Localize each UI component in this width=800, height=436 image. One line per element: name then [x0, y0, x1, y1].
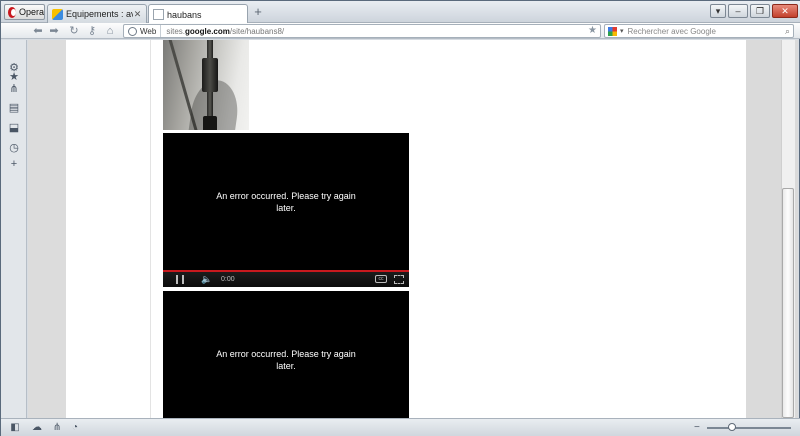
downloads-icon[interactable]: ⬓	[8, 122, 20, 134]
video-player[interactable]: An error occurred. Please try again late…	[163, 291, 409, 418]
tab-menu-button[interactable]: ▾	[710, 4, 726, 18]
notes-icon[interactable]: ▤	[8, 102, 20, 114]
gear-icon[interactable]: ⚙	[8, 62, 20, 74]
fullscreen-icon[interactable]	[394, 275, 404, 284]
rigging-photo[interactable]	[163, 40, 249, 130]
navigation-toolbar: ⬅ ➡ ↻ ⚷ ⌂ Web sites.google.com/site/haub…	[1, 23, 800, 39]
zoom-out-icon[interactable]: −	[694, 422, 700, 434]
new-tab-button[interactable]: +	[252, 5, 264, 18]
pause-icon[interactable]	[176, 275, 184, 284]
close-window-button[interactable]: ✕	[772, 4, 798, 18]
scrollbar-thumb[interactable]	[782, 188, 794, 418]
google-icon[interactable]	[608, 26, 617, 36]
browser-window: Opera Equipements : avis co... ✕ haubans…	[0, 0, 800, 436]
add-panel-icon[interactable]: +	[8, 158, 20, 170]
key-icon[interactable]: ⚷	[85, 24, 99, 38]
search-placeholder: Rechercher avec Google	[627, 26, 717, 36]
web-badge[interactable]: Web	[124, 25, 162, 37]
tab-bar: Opera Equipements : avis co... ✕ haubans…	[1, 1, 800, 24]
opera-logo-icon	[8, 6, 16, 18]
bookmark-star-icon[interactable]: ★	[588, 25, 597, 37]
zoom-slider[interactable]	[707, 427, 791, 429]
chevron-down-icon[interactable]: ▾	[620, 27, 624, 35]
tab-equipements[interactable]: Equipements : avis co... ✕	[47, 4, 147, 23]
tab-haubans[interactable]: haubans	[148, 4, 248, 24]
captions-icon[interactable]: cc	[375, 275, 387, 283]
home-icon[interactable]: ⌂	[103, 24, 117, 38]
address-bar[interactable]: Web sites.google.com/site/haubans8/ ★	[123, 24, 601, 38]
minimize-button[interactable]: –	[728, 4, 748, 18]
page-viewport: An error occurred. Please try again late…	[28, 40, 798, 418]
favicon-icon	[52, 8, 63, 20]
side-panel: ★ ⚙ ⋔ ▤ ⬓ ◷ +	[1, 40, 27, 418]
panel-toggle-icon[interactable]: ◧	[9, 422, 21, 434]
column-divider	[150, 40, 151, 418]
share-icon[interactable]: ⋔	[51, 422, 63, 434]
history-icon[interactable]: ◷	[8, 142, 20, 154]
video-time: 0:00	[221, 276, 235, 283]
turnbuckle-fitting	[202, 58, 218, 92]
opera-menu-label: Opera	[18, 7, 44, 17]
video-controls: 🔈 0:00 cc	[163, 270, 409, 287]
video-error-message: An error occurred. Please try again late…	[216, 191, 356, 213]
video-progress-bar[interactable]	[163, 270, 409, 272]
video-player[interactable]: An error occurred. Please try again late…	[163, 133, 409, 287]
zoom-slider-knob[interactable]	[728, 423, 737, 431]
page-favicon-icon	[153, 9, 164, 20]
window-controls: ▾ – ❐ ✕	[710, 4, 798, 18]
scroll-area	[746, 40, 798, 418]
forward-arrow-icon[interactable]: ➡	[47, 24, 61, 38]
search-field[interactable]: ▾ Rechercher avec Google ⌕	[604, 24, 794, 38]
cloud-icon[interactable]: ☁	[31, 422, 43, 434]
share-icon[interactable]: ⋔	[8, 83, 20, 95]
restore-button[interactable]: ❐	[750, 4, 770, 18]
search-icon[interactable]: ⌕	[785, 25, 790, 37]
video-error-message: An error occurred. Please try again late…	[216, 349, 356, 371]
opera-menu-button[interactable]: Opera	[4, 4, 45, 20]
tab-label: haubans	[167, 9, 202, 20]
globe-icon	[128, 26, 137, 36]
reload-icon[interactable]: ↻	[67, 24, 81, 38]
volume-icon[interactable]: 🔈	[201, 274, 212, 284]
speed-dial-icon[interactable]: ◔	[69, 422, 81, 434]
fitting-base	[203, 116, 217, 130]
web-badge-label: Web	[140, 26, 157, 36]
page-content: An error occurred. Please try again late…	[66, 40, 746, 418]
tab-label: Equipements : avis co...	[66, 9, 133, 19]
status-bar: ◧ ☁ ⋔ ◔ −	[1, 418, 800, 436]
url-text[interactable]: sites.google.com/site/haubans8/	[161, 27, 284, 36]
close-tab-icon[interactable]: ✕	[133, 9, 142, 19]
back-arrow-icon[interactable]: ⬅	[31, 24, 45, 38]
